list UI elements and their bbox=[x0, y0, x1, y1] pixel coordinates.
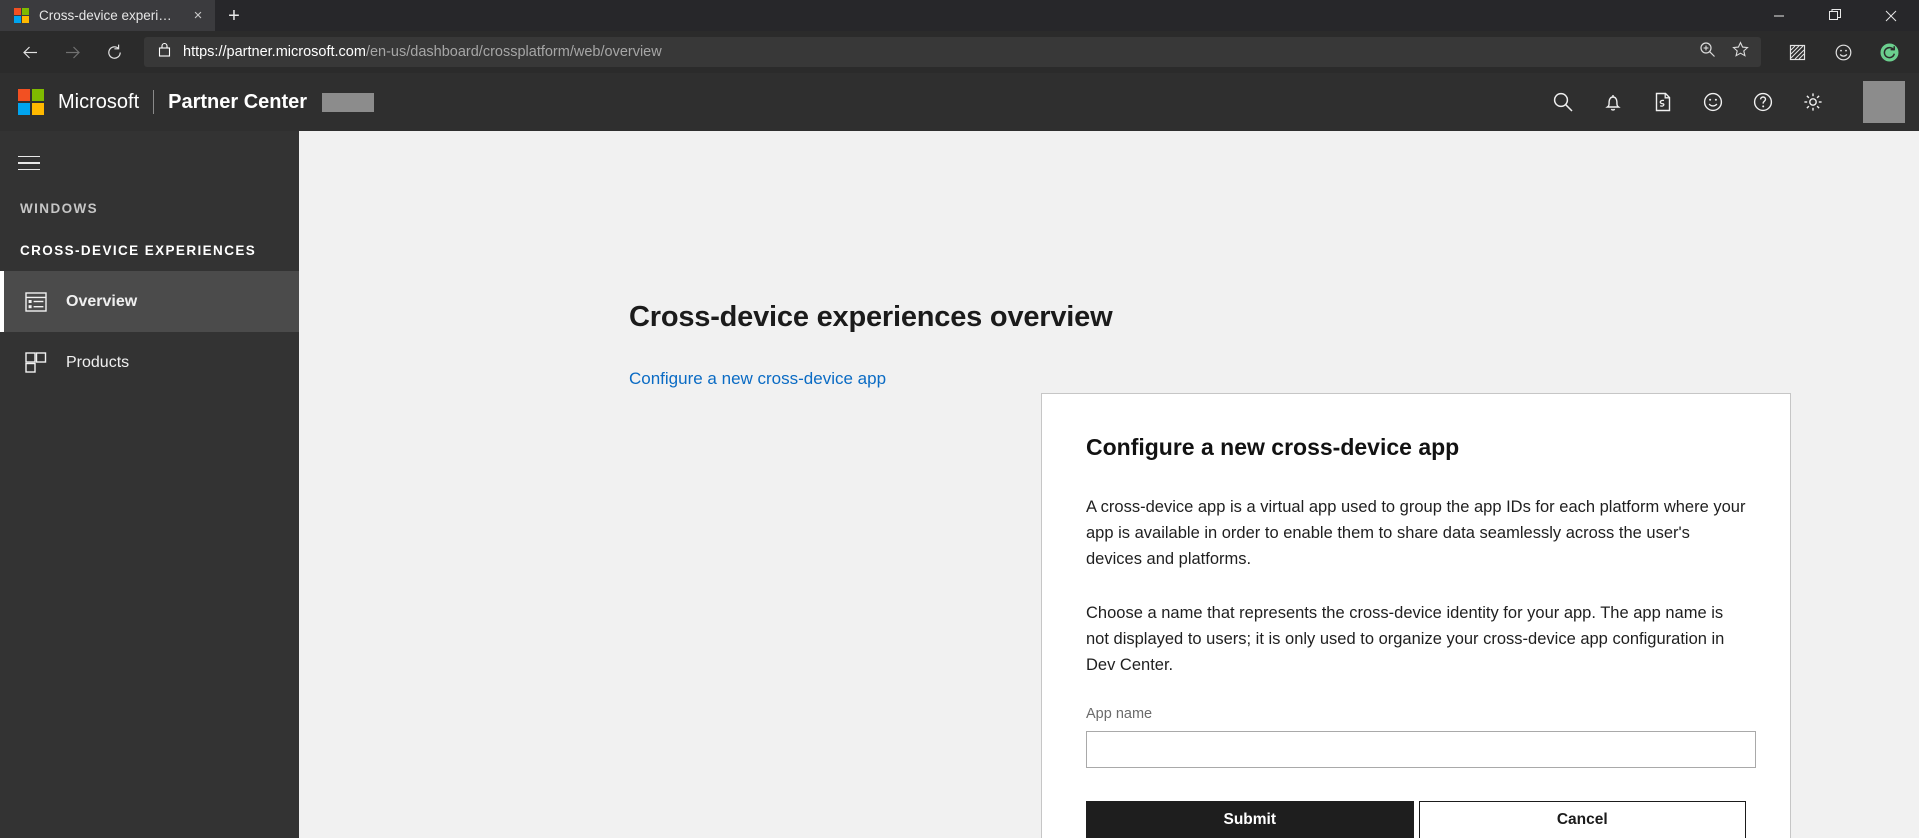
sidebar-item-products[interactable]: Products bbox=[0, 332, 299, 393]
overview-panel-icon bbox=[24, 290, 48, 314]
reload-icon[interactable] bbox=[94, 35, 134, 69]
sidebar-group-cross-device-experiences: CROSS-DEVICE EXPERIENCES bbox=[20, 242, 257, 258]
sidebar-item-label: Products bbox=[66, 353, 130, 371]
sidebar-item-label: Overview bbox=[66, 292, 138, 310]
tab-title: Cross-device experiences bbox=[39, 8, 179, 23]
settings-gear-icon[interactable] bbox=[1801, 90, 1825, 114]
notifications-bell-icon[interactable] bbox=[1601, 90, 1625, 114]
main-content: Cross-device experiences overview Config… bbox=[299, 131, 1919, 838]
minimize-window-icon[interactable] bbox=[1751, 0, 1807, 31]
app-header: Microsoft Partner Center bbox=[0, 73, 1919, 131]
app-header-actions bbox=[1551, 81, 1905, 123]
lock-icon bbox=[158, 42, 171, 62]
sidebar-item-overview[interactable]: Overview bbox=[0, 271, 299, 332]
window-controls bbox=[1751, 0, 1919, 31]
address-bar-actions bbox=[1699, 41, 1753, 63]
dialog-actions: Submit Cancel bbox=[1086, 801, 1746, 838]
microsoft-logo-icon[interactable] bbox=[18, 89, 44, 115]
close-window-icon[interactable] bbox=[1863, 0, 1919, 31]
microsoft-logo-icon bbox=[14, 8, 29, 23]
help-icon[interactable] bbox=[1751, 90, 1775, 114]
url-origin: https://partner.microsoft.com bbox=[183, 44, 366, 60]
sidebar-group-windows: WINDOWS bbox=[20, 200, 99, 216]
address-bar[interactable]: https://partner.microsoft.com/en-us/dash… bbox=[144, 37, 1761, 67]
configure-app-dialog: Configure a new cross-device app A cross… bbox=[1041, 393, 1791, 838]
sidebar: WINDOWS CROSS-DEVICE EXPERIENCES Overvie… bbox=[0, 131, 299, 838]
hamburger-menu-icon[interactable] bbox=[0, 139, 58, 187]
back-arrow-icon[interactable] bbox=[10, 35, 50, 69]
restore-window-icon[interactable] bbox=[1807, 0, 1863, 31]
zoom-icon[interactable] bbox=[1699, 41, 1716, 63]
brand-microsoft[interactable]: Microsoft bbox=[58, 91, 139, 114]
avatar[interactable] bbox=[1863, 81, 1905, 123]
browser-actions bbox=[1771, 35, 1909, 69]
feedback-smiley-icon[interactable] bbox=[1701, 90, 1725, 114]
feedback-smiley-icon[interactable] bbox=[1823, 35, 1863, 69]
notes-icon[interactable] bbox=[1777, 35, 1817, 69]
account-name-redacted bbox=[322, 92, 375, 112]
cancel-button[interactable]: Cancel bbox=[1418, 801, 1746, 838]
browser-window: Cross-device experiences × + https://par… bbox=[0, 0, 1919, 838]
close-tab-icon[interactable]: × bbox=[189, 8, 207, 23]
brand-partner-center[interactable]: Partner Center bbox=[168, 91, 307, 114]
address-bar-url[interactable]: https://partner.microsoft.com/en-us/dash… bbox=[183, 44, 1687, 60]
app-name-input[interactable] bbox=[1086, 731, 1756, 768]
browser-toolbar: https://partner.microsoft.com/en-us/dash… bbox=[0, 31, 1919, 73]
dialog-paragraph-2: Choose a name that represents the cross-… bbox=[1086, 604, 1725, 674]
forward-arrow-icon[interactable] bbox=[52, 35, 92, 69]
new-tab-button[interactable]: + bbox=[215, 0, 253, 31]
dialog-title: Configure a new cross-device app bbox=[1086, 434, 1460, 460]
page-title: Cross-device experiences overview bbox=[629, 301, 1113, 333]
search-icon[interactable] bbox=[1551, 90, 1575, 114]
documents-icon[interactable] bbox=[1651, 90, 1675, 114]
products-tiles-icon bbox=[24, 351, 48, 375]
app-name-label: App name bbox=[1086, 706, 1153, 722]
submit-button[interactable]: Submit bbox=[1086, 801, 1414, 838]
sync-account-icon[interactable] bbox=[1869, 35, 1909, 69]
dialog-paragraph-1: A cross-device app is a virtual app used… bbox=[1086, 498, 1746, 568]
brand-divider bbox=[153, 90, 155, 114]
url-path: /en-us/dashboard/crossplatform/web/overv… bbox=[365, 44, 662, 60]
configure-new-app-link[interactable]: Configure a new cross-device app bbox=[629, 369, 886, 389]
browser-tab[interactable]: Cross-device experiences × bbox=[0, 0, 215, 31]
favorite-star-icon[interactable] bbox=[1732, 41, 1749, 63]
tab-strip: Cross-device experiences × + bbox=[0, 0, 1919, 31]
app-body: WINDOWS CROSS-DEVICE EXPERIENCES Overvie… bbox=[0, 131, 1919, 838]
